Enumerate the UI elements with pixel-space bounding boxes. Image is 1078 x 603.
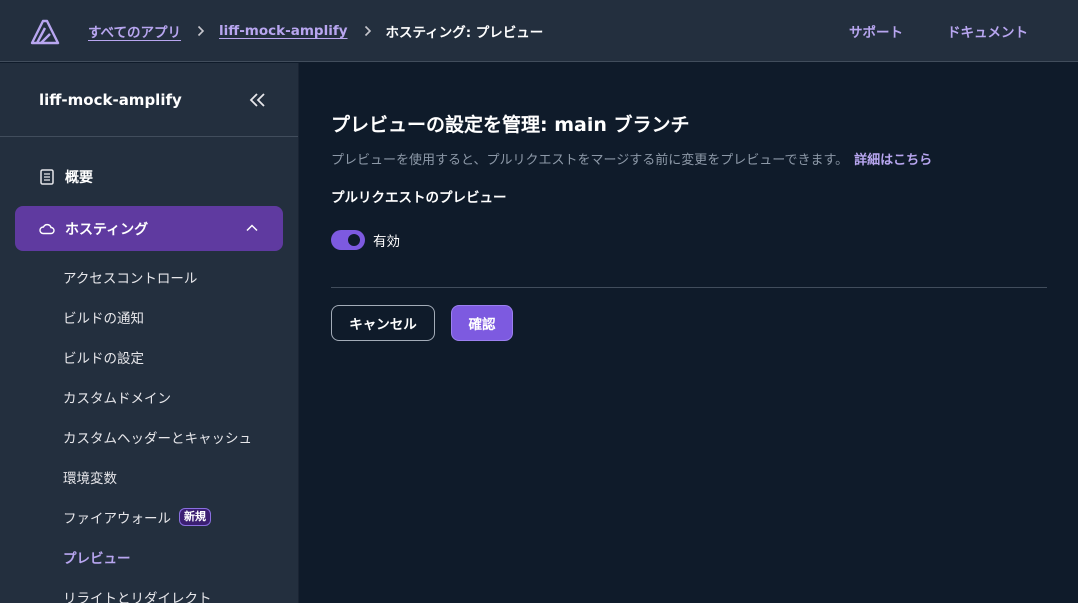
cloud-icon [39, 221, 55, 237]
divider [331, 287, 1047, 288]
cancel-button[interactable]: キャンセル [331, 305, 435, 341]
sidebar-subitem-custom-headers[interactable]: カスタムヘッダーとキャッシュ [63, 425, 252, 449]
breadcrumb-all-apps[interactable]: すべてのアプリ [88, 21, 181, 41]
collapse-sidebar-icon[interactable] [248, 90, 268, 110]
amplify-logo-icon[interactable] [30, 19, 60, 45]
confirm-button[interactable]: 確認 [451, 305, 513, 341]
sidebar-subitem-custom-domain[interactable]: カスタムドメイン [63, 385, 171, 409]
preview-toggle-row: 有効 [331, 230, 400, 250]
sidebar-item-label: 概要 [65, 169, 93, 186]
sidebar-subitem-label: リライトとリダイレクト [63, 591, 212, 603]
docs-link[interactable]: ドキュメント [947, 21, 1028, 41]
sidebar-subitem-label: ビルドの設定 [63, 351, 144, 367]
toggle-knob [348, 234, 360, 246]
sidebar-header: liff-mock-amplify [0, 63, 298, 137]
document-icon [39, 168, 55, 185]
page-title: プレビューの設定を管理: main ブランチ [331, 114, 690, 136]
pr-preview-label: プルリクエストのプレビュー [331, 190, 507, 206]
sidebar-subitem-label: プレビュー [63, 551, 131, 567]
chevron-up-icon [246, 224, 258, 232]
toggle-label: 有効 [373, 234, 400, 250]
learn-more-link[interactable]: 詳細はこちら [854, 153, 932, 168]
sidebar-subitem-label: ファイアウォール [63, 511, 171, 527]
chevron-right-icon [197, 25, 205, 37]
main-content: プレビューの設定を管理: main ブランチ プレビューを使用すると、プルリクエ… [300, 63, 1078, 603]
sidebar-subitem-label: カスタムドメイン [63, 391, 171, 407]
sidebar-subitem-build-notifications[interactable]: ビルドの通知 [63, 305, 144, 329]
sidebar-subitem-build-settings[interactable]: ビルドの設定 [63, 345, 144, 369]
sidebar-subitem-env-vars[interactable]: 環境変数 [63, 465, 117, 489]
sidebar-subitem-label: アクセスコントロール [63, 271, 198, 287]
sidebar: liff-mock-amplify 概要 ホスティング アクセスコントロール ビ… [0, 63, 299, 603]
header-links: サポート ドキュメント [849, 0, 1028, 62]
sidebar-subitem-rewrites-redirects[interactable]: リライトとリダイレクト [63, 585, 212, 603]
breadcrumb-app[interactable]: liff-mock-amplify [219, 23, 348, 39]
sidebar-item-overview[interactable]: 概要 [15, 154, 283, 199]
sidebar-item-hosting[interactable]: ホスティング [15, 206, 283, 251]
chevron-right-icon [364, 25, 372, 37]
sidebar-subitem-firewall[interactable]: ファイアウォール 新規 [63, 505, 211, 529]
app-name: liff-mock-amplify [39, 91, 182, 109]
page-description: プレビューを使用すると、プルリクエストをマージする前に変更をプレビューできます。… [331, 149, 932, 168]
support-link[interactable]: サポート [849, 21, 903, 41]
sidebar-subitem-access-control[interactable]: アクセスコントロール [63, 265, 197, 289]
new-badge: 新規 [179, 508, 211, 526]
breadcrumb: すべてのアプリ liff-mock-amplify ホスティング: プレビュー [88, 0, 543, 62]
sidebar-subitem-label: カスタムヘッダーとキャッシュ [63, 431, 252, 447]
sidebar-subitem-label: 環境変数 [63, 471, 117, 487]
sidebar-item-label: ホスティング [65, 221, 149, 238]
description-text: プレビューを使用すると、プルリクエストをマージする前に変更をプレビューできます。 [331, 153, 849, 168]
top-header: すべてのアプリ liff-mock-amplify ホスティング: プレビュー … [0, 0, 1078, 62]
breadcrumb-current: ホスティング: プレビュー [385, 25, 544, 41]
sidebar-subitem-label: ビルドの通知 [63, 311, 144, 327]
sidebar-subitem-preview[interactable]: プレビュー [63, 545, 131, 569]
preview-toggle[interactable] [331, 230, 365, 250]
